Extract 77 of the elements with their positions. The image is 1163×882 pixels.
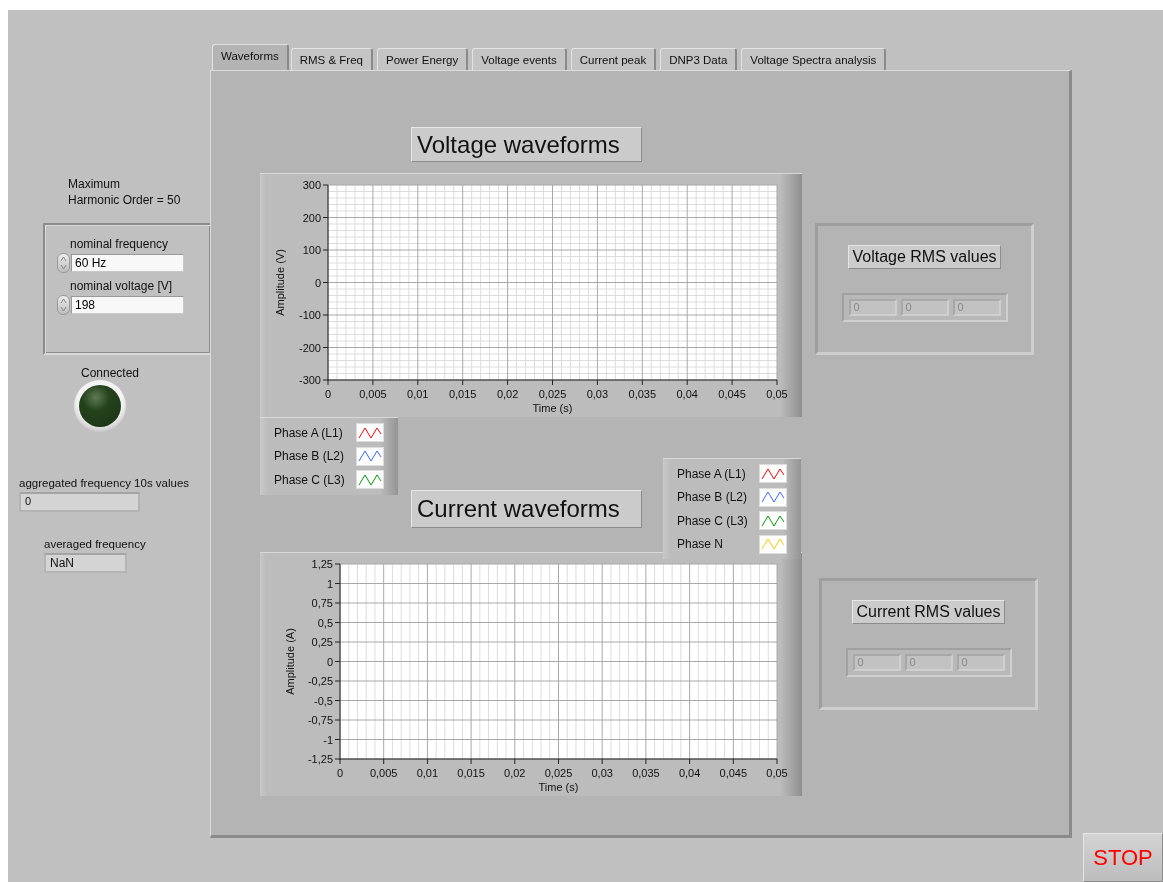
tick-label: 0: [324, 388, 332, 400]
legend-label: Phase A (L1): [677, 466, 746, 481]
tick-label: 0,015: [457, 767, 485, 779]
tick-label: -1,25: [307, 753, 333, 765]
indicator-label: aggregated frequency 10s values: [19, 477, 190, 489]
info-label: Maximum: [68, 176, 121, 192]
axis-title: Amplitude (A): [284, 628, 296, 695]
legend-label: Phase N: [677, 537, 724, 552]
section-label: Voltage waveforms: [411, 127, 642, 162]
legend-label: Phase A (L1): [274, 425, 343, 440]
axis-title: Time (s): [532, 402, 573, 414]
control-label: nominal frequency: [70, 237, 170, 251]
tick-label: -0,25: [307, 675, 333, 687]
tick-label: -100: [298, 309, 321, 321]
tick-label: 200: [302, 211, 321, 224]
tick-label: 0: [314, 276, 321, 289]
tick-label: 0,02: [504, 767, 526, 779]
indicator-field: 0: [19, 492, 140, 512]
tick-label: 0,05: [766, 767, 788, 779]
number-field[interactable]: 60 Hz: [71, 254, 184, 272]
tick-label: 0,045: [718, 388, 746, 400]
tab[interactable]: Power Energy: [377, 48, 469, 70]
tab[interactable]: Voltage Spectra analysis: [741, 48, 887, 70]
tick-label: 0,005: [369, 767, 398, 779]
tick-label: 0,035: [628, 388, 657, 400]
tick-label: 0,03: [586, 388, 609, 400]
indicator-field: NaN: [44, 553, 127, 573]
tab[interactable]: Waveforms: [212, 44, 289, 70]
tick-label: 0,5: [317, 616, 333, 629]
tab[interactable]: Voltage events: [472, 48, 567, 70]
tick-label: 0: [326, 655, 333, 668]
tick-label: -200: [298, 341, 321, 354]
section-label: Current waveforms: [411, 490, 642, 528]
tab[interactable]: RMS & Freq: [290, 48, 373, 70]
tick-label: 1: [326, 577, 333, 590]
tick-label: 0,04: [678, 767, 701, 779]
tick-label: 0,005: [359, 388, 387, 400]
tick-label: 300: [302, 179, 321, 191]
up-down-arrows-icon: [60, 298, 67, 312]
section-label: Voltage RMS values: [848, 245, 1001, 269]
tick-label: 0,015: [448, 388, 477, 400]
led-label: Connected: [79, 366, 140, 380]
section-label: Current RMS values: [852, 600, 1005, 624]
tick-label: 0,025: [544, 767, 573, 779]
tick-label: 0,04: [676, 388, 698, 400]
tick-label: -1: [323, 733, 333, 746]
tick-label: 100: [302, 244, 321, 256]
indicator-label: averaged frequency: [44, 538, 146, 550]
tick-label: 0: [336, 767, 344, 779]
legend-label: Phase B (L2): [677, 490, 748, 505]
up-down-arrows-icon: [60, 256, 67, 270]
tick-label: 0,03: [591, 767, 613, 779]
tick-label: 1,25: [311, 558, 333, 570]
spin-button[interactable]: [57, 253, 70, 273]
number-field[interactable]: 198: [71, 296, 184, 314]
legend-label: Phase C (L3): [677, 513, 748, 528]
tick-label: 0,02: [496, 388, 519, 400]
tick-label: 0,045: [719, 767, 748, 779]
axis-title: Amplitude (V): [274, 249, 286, 316]
axis-title: Time (s): [538, 781, 579, 793]
tick-label: 0,035: [632, 767, 660, 779]
legend-label: Phase B (L2): [274, 449, 345, 464]
info-label: Harmonic Order = 50: [68, 192, 181, 208]
control-label: nominal voltage [V]: [70, 279, 174, 293]
tick-label: 0,01: [416, 767, 439, 779]
tick-label: 0,025: [538, 388, 567, 400]
tick-label: -0,75: [307, 714, 333, 726]
tick-label: 0,01: [407, 388, 429, 400]
legend-label: Phase C (L3): [274, 472, 345, 487]
tab[interactable]: Current peak: [570, 48, 657, 70]
tick-label: -0,5: [314, 694, 333, 707]
tab[interactable]: DNP3 Data: [660, 48, 738, 70]
spin-button[interactable]: [57, 295, 70, 315]
tick-label: 0,05: [766, 388, 788, 400]
tick-label: 0,25: [311, 636, 333, 648]
tick-label: 0,75: [311, 597, 333, 609]
tick-label: -300: [298, 374, 321, 386]
